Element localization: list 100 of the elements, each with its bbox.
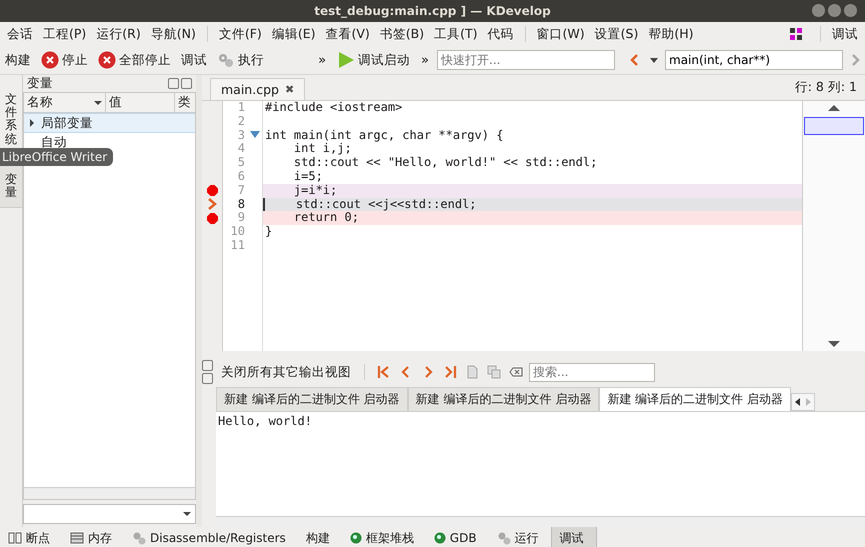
debug-launch-button[interactable]: 调试启动 xyxy=(334,49,414,71)
overflow-icon[interactable]: » xyxy=(314,52,330,68)
search-field[interactable]: 搜索... xyxy=(529,362,655,382)
column-header[interactable]: 名称 xyxy=(24,93,106,112)
grid-icon[interactable] xyxy=(790,28,802,40)
close-button[interactable] xyxy=(181,78,192,89)
tab-scroll-arrows[interactable] xyxy=(790,393,815,411)
menu-item[interactable]: 编辑(E) xyxy=(266,26,320,42)
gears-icon xyxy=(132,531,146,545)
back-icon[interactable] xyxy=(629,54,641,66)
menu-item[interactable]: 运行(R) xyxy=(91,26,146,42)
line-number: 1 xyxy=(238,100,245,114)
dock-tab[interactable]: 调试 xyxy=(550,526,597,547)
line-number: 6 xyxy=(238,168,245,183)
line-number: 5 xyxy=(238,155,245,170)
editor-tab[interactable]: main.cpp ✖ xyxy=(210,78,306,100)
line-number: 7 xyxy=(238,182,245,197)
code-line: i=5; xyxy=(292,168,323,183)
clear-icon[interactable] xyxy=(509,365,523,379)
dock-tab[interactable]: GDB xyxy=(426,527,489,547)
gears-icon xyxy=(217,51,235,69)
dropdown-icon[interactable] xyxy=(649,55,659,65)
code-line: #include <iostream> xyxy=(265,100,402,114)
toolbar-button[interactable]: 执行 xyxy=(214,49,267,71)
code-line: std::cout <<j<<std::endl; xyxy=(294,196,477,211)
document-icon[interactable] xyxy=(465,365,479,379)
tree-item[interactable]: 局部变量 xyxy=(24,113,195,133)
toolbar-button[interactable]: 构建 xyxy=(2,50,34,70)
code-line: } xyxy=(265,224,272,238)
tree-item[interactable]: 自动 xyxy=(24,133,195,151)
toolbar-button[interactable]: 全部停止 xyxy=(95,49,174,71)
memory-icon xyxy=(70,532,84,544)
menu-item[interactable]: 设置(S) xyxy=(590,26,644,42)
output-text: Hello, world! xyxy=(218,414,312,428)
stop-icon xyxy=(41,51,59,69)
close-others-button[interactable]: 关闭所有其它输出视图 xyxy=(218,362,354,382)
panel-title: 变量 xyxy=(27,75,53,92)
float-button[interactable] xyxy=(168,78,179,89)
sort-icon xyxy=(94,98,102,106)
dock-tab[interactable]: 运行 xyxy=(488,527,551,547)
breakpoint-icon[interactable] xyxy=(206,212,218,224)
line-number: 4 xyxy=(238,141,245,156)
code-line: int main(int argc, char **argv) { xyxy=(265,128,504,142)
menu-item[interactable]: 工具(T) xyxy=(429,26,483,42)
column-header[interactable]: 类 xyxy=(175,93,195,112)
dock-tab[interactable]: 构建 xyxy=(298,527,342,547)
play-icon xyxy=(337,51,356,69)
tooltip: LibreOffice Writer xyxy=(0,148,114,166)
output-tab[interactable]: 新建 编译后的二进制文件 启动器 xyxy=(599,387,791,411)
dock-tab[interactable]: 断点 xyxy=(0,527,62,547)
toolbar-button[interactable]: 停止 xyxy=(38,49,91,71)
copy-icon[interactable] xyxy=(487,365,501,379)
columns-icon xyxy=(8,532,22,544)
menu-item[interactable]: 会话 xyxy=(2,26,38,42)
expand-icon[interactable] xyxy=(28,119,36,127)
minimap[interactable] xyxy=(804,117,864,135)
scrollbar[interactable] xyxy=(24,487,195,499)
code-line: int i,j; xyxy=(292,141,352,156)
output-tab[interactable]: 新建 编译后的二进制文件 启动器 xyxy=(408,387,600,411)
line-number: 3 xyxy=(238,128,245,142)
output-tab[interactable]: 新建 编译后的二进制文件 启动器 xyxy=(216,387,408,411)
dock-tab[interactable]: 内存 xyxy=(62,527,124,547)
toolbar-button[interactable]: 调试 xyxy=(178,50,210,70)
minimize-button[interactable] xyxy=(812,4,825,17)
dropdown-icon xyxy=(183,510,191,518)
dock-tab[interactable]: 框架堆栈 xyxy=(342,527,426,547)
column-header[interactable]: 值 xyxy=(106,93,175,112)
scroll-up-icon[interactable] xyxy=(828,105,840,111)
icon-border[interactable] xyxy=(202,101,223,351)
menu-item[interactable]: 代码 xyxy=(482,26,519,42)
gears-icon xyxy=(496,531,511,545)
line-number: 9 xyxy=(238,210,245,224)
menu-item[interactable]: 窗口(W) xyxy=(532,26,590,42)
close-icon[interactable]: ✖ xyxy=(284,83,294,96)
line-number: 2 xyxy=(238,114,245,128)
cursor-position: 行: 8 列: 1 xyxy=(794,79,858,96)
window-title: test_debug:main.cpp ] — KDevelop xyxy=(314,4,551,18)
quick-open-field[interactable]: 快速打开... xyxy=(437,50,615,70)
maximize-button[interactable] xyxy=(828,4,841,17)
close-button[interactable] xyxy=(844,4,857,17)
menu-item[interactable]: 工程(P) xyxy=(38,26,92,42)
breakpoint-icon[interactable] xyxy=(206,185,218,196)
forward-icon[interactable] xyxy=(849,54,861,66)
menu-item[interactable]: 书签(B) xyxy=(374,26,430,42)
menu-item[interactable]: 调试 xyxy=(827,26,863,42)
last-icon[interactable] xyxy=(443,365,457,379)
first-icon[interactable] xyxy=(377,365,391,379)
menu-item[interactable]: 导航(N) xyxy=(146,26,201,42)
dock-tab[interactable]: Disassemble/Registers xyxy=(124,527,298,547)
fold-icon[interactable] xyxy=(250,131,260,140)
menu-item[interactable]: 查看(V) xyxy=(320,26,375,42)
close-button[interactable] xyxy=(202,360,213,371)
context-field[interactable]: main(int, char**) xyxy=(665,50,843,70)
menu-item[interactable]: 帮助(H) xyxy=(643,26,698,42)
stop-icon xyxy=(98,51,116,69)
float-button[interactable] xyxy=(202,373,213,384)
line-number: 8 xyxy=(238,196,245,211)
menu-item[interactable]: 文件(F) xyxy=(214,26,267,42)
line-number: 11 xyxy=(230,238,245,252)
overflow-icon[interactable]: » xyxy=(417,52,433,68)
